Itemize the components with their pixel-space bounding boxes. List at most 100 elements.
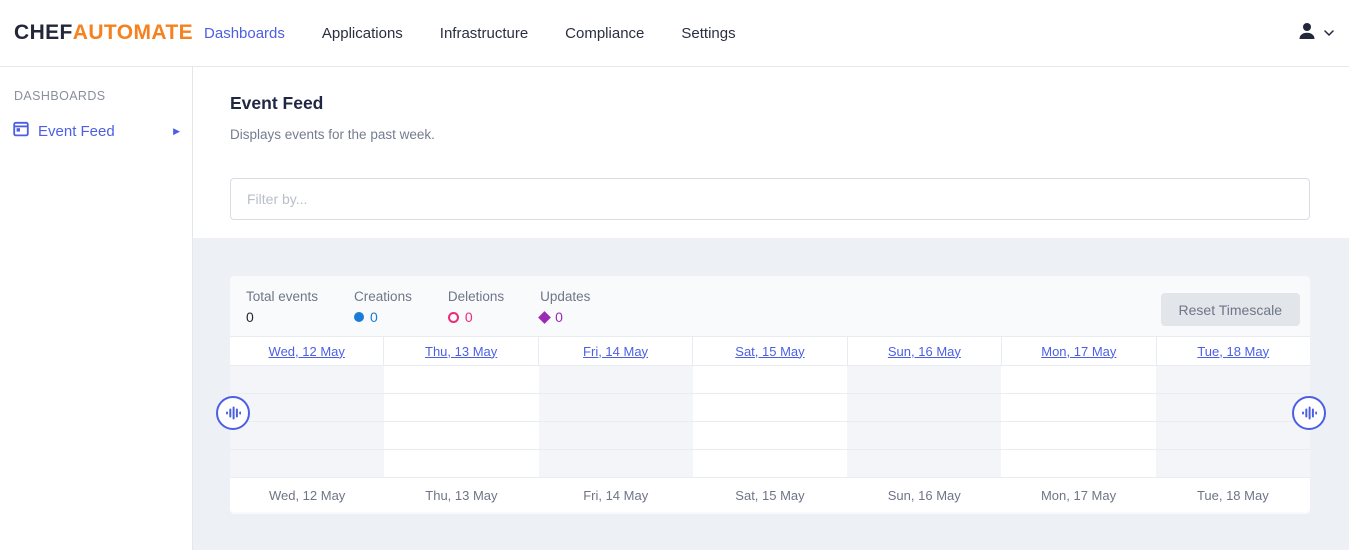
- page-title: Event Feed: [230, 93, 323, 114]
- main-content: Event Feed Displays events for the past …: [193, 67, 1349, 550]
- calendar-event-icon: [13, 121, 29, 141]
- equalizer-icon: [225, 405, 241, 421]
- timeline-day-header: Wed, 12 May Thu, 13 May Fri, 14 May Sat,…: [230, 336, 1310, 366]
- grid-cell: [1001, 366, 1155, 394]
- axis-label: Sun, 16 May: [847, 488, 1001, 503]
- grid-column: [230, 366, 384, 478]
- day-link[interactable]: Tue, 18 May: [1197, 344, 1269, 359]
- deletions-marker-icon: [448, 312, 459, 323]
- grid-cell: [1001, 450, 1155, 478]
- day-header-cell: Fri, 14 May: [539, 337, 693, 365]
- nav-settings[interactable]: Settings: [681, 25, 735, 42]
- axis-label: Tue, 18 May: [1156, 488, 1310, 503]
- logo-primary: CHEF: [14, 21, 73, 44]
- grid-cell: [230, 422, 384, 450]
- app-header: CHEFAUTOMATE Dashboards Applications Inf…: [0, 0, 1349, 67]
- grid-cell: [693, 366, 847, 394]
- chevron-down-icon: [1324, 24, 1334, 42]
- grid-cell: [384, 450, 538, 478]
- equalizer-icon: [1301, 405, 1317, 421]
- timescale-slider-right[interactable]: [1292, 396, 1326, 430]
- event-guitar-strings-card: Total events 0 Creations 0 Deletions 0 U…: [230, 276, 1310, 514]
- nav-compliance[interactable]: Compliance: [565, 25, 644, 42]
- grid-cell: [847, 422, 1001, 450]
- grid-cell: [230, 450, 384, 478]
- grid-cell: [384, 394, 538, 422]
- stat-total-events: Total events 0: [246, 289, 318, 336]
- event-timeline: Wed, 12 May Thu, 13 May Fri, 14 May Sat,…: [230, 336, 1310, 512]
- nav-applications[interactable]: Applications: [322, 25, 403, 42]
- axis-label: Mon, 17 May: [1001, 488, 1155, 503]
- grid-cell: [539, 450, 693, 478]
- grid-column: [1156, 366, 1310, 478]
- stat-label: Total events: [246, 289, 318, 304]
- reset-timescale-button[interactable]: Reset Timescale: [1161, 293, 1300, 326]
- day-header-cell: Wed, 12 May: [230, 337, 384, 365]
- grid-column: [1001, 366, 1155, 478]
- day-header-cell: Tue, 18 May: [1157, 337, 1310, 365]
- grid-cell: [1001, 422, 1155, 450]
- grid-cell: [1156, 422, 1310, 450]
- day-header-cell: Sat, 15 May: [693, 337, 847, 365]
- day-link[interactable]: Fri, 14 May: [583, 344, 648, 359]
- sidebar-item-label: Event Feed: [38, 123, 115, 140]
- grid-cell: [1156, 366, 1310, 394]
- stat-value: 0: [540, 309, 590, 325]
- timeline-axis-labels: Wed, 12 May Thu, 13 May Fri, 14 May Sat,…: [230, 478, 1310, 512]
- main-nav: Dashboards Applications Infrastructure C…: [204, 25, 736, 42]
- grid-cell: [1001, 394, 1155, 422]
- grid-cell: [693, 450, 847, 478]
- grid-column: [693, 366, 847, 478]
- grid-cell: [539, 422, 693, 450]
- stat-label: Deletions: [448, 289, 504, 304]
- grid-cell: [1156, 450, 1310, 478]
- grid-cell: [539, 366, 693, 394]
- day-link[interactable]: Thu, 13 May: [425, 344, 497, 359]
- stat-creations: Creations 0: [354, 289, 412, 336]
- stat-deletions: Deletions 0: [448, 289, 504, 336]
- day-header-cell: Thu, 13 May: [384, 337, 538, 365]
- grid-cell: [539, 394, 693, 422]
- grid-cell: [384, 366, 538, 394]
- filter-input[interactable]: [230, 178, 1310, 220]
- axis-label: Sat, 15 May: [693, 488, 847, 503]
- grid-cell: [384, 422, 538, 450]
- grid-cell: [230, 394, 384, 422]
- stat-label: Creations: [354, 289, 412, 304]
- sidebar-item-event-feed[interactable]: Event Feed ▶: [0, 119, 192, 143]
- grid-cell: [847, 450, 1001, 478]
- day-header-cell: Sun, 16 May: [848, 337, 1002, 365]
- day-link[interactable]: Mon, 17 May: [1041, 344, 1116, 359]
- day-link[interactable]: Sun, 16 May: [888, 344, 961, 359]
- axis-label: Wed, 12 May: [230, 488, 384, 503]
- grid-cell: [847, 366, 1001, 394]
- nav-infrastructure[interactable]: Infrastructure: [440, 25, 528, 42]
- event-stats-row: Total events 0 Creations 0 Deletions 0 U…: [230, 276, 1310, 336]
- stat-value: 0: [448, 309, 504, 325]
- event-feed-section: Total events 0 Creations 0 Deletions 0 U…: [193, 238, 1349, 550]
- expand-arrow-icon[interactable]: ▶: [173, 127, 180, 136]
- creations-marker-icon: [354, 312, 364, 322]
- chef-automate-logo[interactable]: CHEFAUTOMATE: [14, 21, 193, 45]
- grid-cell: [693, 422, 847, 450]
- grid-cell: [1156, 394, 1310, 422]
- axis-label: Thu, 13 May: [384, 488, 538, 503]
- nav-dashboards[interactable]: Dashboards: [204, 25, 285, 42]
- stat-updates: Updates 0: [540, 289, 590, 336]
- sidebar: DASHBOARDS Event Feed ▶: [0, 67, 193, 550]
- stat-value: 0: [246, 309, 318, 325]
- logo-secondary: AUTOMATE: [73, 21, 193, 44]
- grid-column: [384, 366, 538, 478]
- grid-column: [539, 366, 693, 478]
- axis-label: Fri, 14 May: [539, 488, 693, 503]
- user-icon: [1297, 21, 1317, 46]
- grid-cell: [230, 366, 384, 394]
- grid-cell: [693, 394, 847, 422]
- day-link[interactable]: Sat, 15 May: [735, 344, 804, 359]
- timescale-slider-left[interactable]: [216, 396, 250, 430]
- user-menu-button[interactable]: [1297, 21, 1334, 46]
- sidebar-section-title: DASHBOARDS: [14, 89, 192, 103]
- day-link[interactable]: Wed, 12 May: [269, 344, 345, 359]
- stat-value: 0: [354, 309, 412, 325]
- day-header-cell: Mon, 17 May: [1002, 337, 1156, 365]
